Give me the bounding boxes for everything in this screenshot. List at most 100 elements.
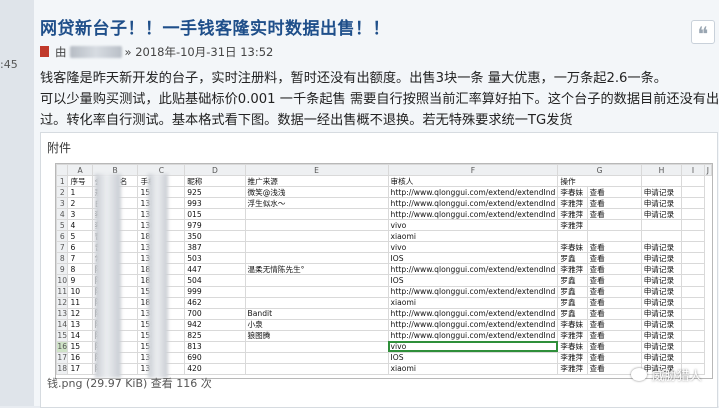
cell-source: IOS	[387, 274, 559, 287]
cell-empty	[681, 186, 705, 199]
row-number: 1	[56, 175, 69, 188]
cell-view[interactable]: 查看	[586, 329, 642, 342]
cell-apply-record[interactable]	[640, 230, 683, 243]
cell-nickname	[244, 296, 389, 309]
cell-apply-record[interactable]: 申请记录	[640, 285, 683, 298]
quote-icon[interactable]: ❝	[691, 20, 715, 46]
cell-index: 9	[67, 274, 93, 287]
meta-separator: »	[124, 45, 132, 59]
attachment-box: 附件 A B C D E F G H I J 1 序号 名 昵称 推广来源 审核…	[40, 132, 718, 408]
cell-apply-record[interactable]: 申请记录	[640, 252, 683, 265]
watermark-text: 威胁猎人	[652, 368, 703, 383]
cell-index: 10	[67, 285, 93, 298]
cell-empty	[681, 263, 705, 276]
cell-phone-tail: 690	[184, 351, 246, 364]
cell-apply-record[interactable]: 申请记录	[640, 307, 683, 320]
cell-apply-record[interactable]: 申请记录	[640, 197, 683, 210]
cell-source: http://www.qlonggui.com/extend/extendInd	[387, 197, 559, 210]
cell-apply-record[interactable]: 申请记录	[640, 329, 683, 342]
cell-phone-tail: 979	[184, 219, 246, 232]
row-number: 6	[56, 230, 69, 243]
col-letter-i: I	[681, 164, 705, 177]
cell-view[interactable]: 查看	[586, 274, 642, 287]
row-number: 14	[56, 318, 69, 331]
cell-apply-record[interactable]: 申请记录	[640, 318, 683, 331]
cell-reviewer: 罗鑫	[557, 274, 588, 287]
cell-empty	[681, 274, 705, 287]
cell-reviewer: 李春妹	[557, 241, 588, 254]
left-gutter: :45	[0, 0, 34, 406]
cell-view[interactable]: 查看	[586, 340, 642, 353]
cell-view[interactable]: 查看	[586, 263, 642, 276]
cell-view[interactable]: 查看	[586, 252, 642, 265]
cell-empty	[681, 252, 705, 265]
cell-empty	[681, 230, 705, 243]
cell-view[interactable]: 查看	[586, 307, 642, 320]
cell-nickname	[244, 274, 389, 287]
cell-index: 15	[67, 340, 93, 353]
cell-phone-tail: 350	[184, 230, 246, 243]
cell-phone-tail: 700	[184, 307, 246, 320]
cell-phone-tail: 015	[184, 208, 246, 221]
cell-apply-record[interactable]: 申请记录	[640, 186, 683, 199]
attachment-file-info: 钱.png (29.97 KiB) 查看 116 次	[47, 377, 212, 390]
cell-apply-record[interactable]: 申请记录	[640, 296, 683, 309]
cell-phone-tail: 993	[184, 197, 246, 210]
cell-empty	[681, 329, 705, 342]
cell-view[interactable]: 查看	[586, 197, 642, 210]
cell-view[interactable]: 查看	[586, 241, 642, 254]
cell-reviewer	[557, 230, 588, 243]
author-name-redacted[interactable]	[69, 46, 122, 58]
cell-view[interactable]	[586, 230, 642, 243]
row-number: 8	[56, 252, 69, 265]
cell-view[interactable]: 查看	[586, 285, 642, 298]
post-title[interactable]: 网贷新台子！！一手钱客隆实时数据出售！！	[40, 14, 390, 39]
cell-index: 13	[67, 318, 93, 331]
cell-nickname: 温柔无情陈先生°	[244, 263, 389, 276]
cell-empty	[681, 307, 705, 320]
cell-phone-tail: 387	[184, 241, 246, 254]
cell-index: 5	[67, 230, 93, 243]
cell-view[interactable]	[586, 219, 642, 232]
cell-apply-record[interactable]: 申请记录	[640, 340, 683, 353]
cell-index: 6	[67, 241, 93, 254]
header-reviewer: 审核人	[387, 175, 559, 188]
cell-nickname: Bandit	[244, 307, 389, 320]
cell-apply-record[interactable]: 申请记录	[640, 263, 683, 276]
watermark: 威胁猎人	[631, 365, 702, 384]
cell-apply-record[interactable]: 申请记录	[640, 351, 683, 364]
cell-phone-tail: 825	[184, 329, 246, 342]
cell-source: vivo	[387, 340, 559, 353]
row-number: 17	[56, 351, 69, 364]
cell-nickname	[244, 362, 389, 375]
cell-apply-record[interactable]: 申请记录	[640, 208, 683, 221]
cell-nickname	[244, 241, 389, 254]
cell-apply-record[interactable]: 申请记录	[640, 274, 683, 287]
row-number: 12	[56, 296, 69, 309]
cell-nickname	[244, 219, 389, 232]
corner-cell	[56, 164, 69, 177]
cell-nickname	[244, 252, 389, 265]
cell-reviewer: 李雅萍	[557, 362, 588, 375]
spreadsheet-image[interactable]: A B C D E F G H I J 1 序号 会员 名 手机号	[55, 163, 713, 379]
row-number: 10	[56, 274, 69, 287]
cell-index: 4	[67, 219, 93, 232]
cell-reviewer: 罗鑫	[557, 307, 588, 320]
cell-apply-record[interactable]	[640, 219, 683, 232]
cell-view[interactable]: 查看	[586, 186, 642, 199]
cell-reviewer: 李春妹	[557, 186, 588, 199]
header-source: 推广来源	[244, 175, 389, 188]
col-letter-f: F	[387, 164, 559, 177]
cell-view[interactable]: 查看	[586, 318, 642, 331]
cell-reviewer: 罗鑫	[557, 296, 588, 309]
cell-phone-tail: 447	[184, 263, 246, 276]
cell-apply-record[interactable]: 申请记录	[640, 241, 683, 254]
cell-view[interactable]: 查看	[586, 208, 642, 221]
cell-index: 11	[67, 296, 93, 309]
col-letter-j: J	[703, 164, 712, 177]
cell-view[interactable]: 查看	[586, 351, 642, 364]
row-number: 15	[56, 329, 69, 342]
cell-view[interactable]: 查看	[586, 296, 642, 309]
cell-index: 1	[67, 186, 93, 199]
cell-empty	[681, 351, 705, 364]
